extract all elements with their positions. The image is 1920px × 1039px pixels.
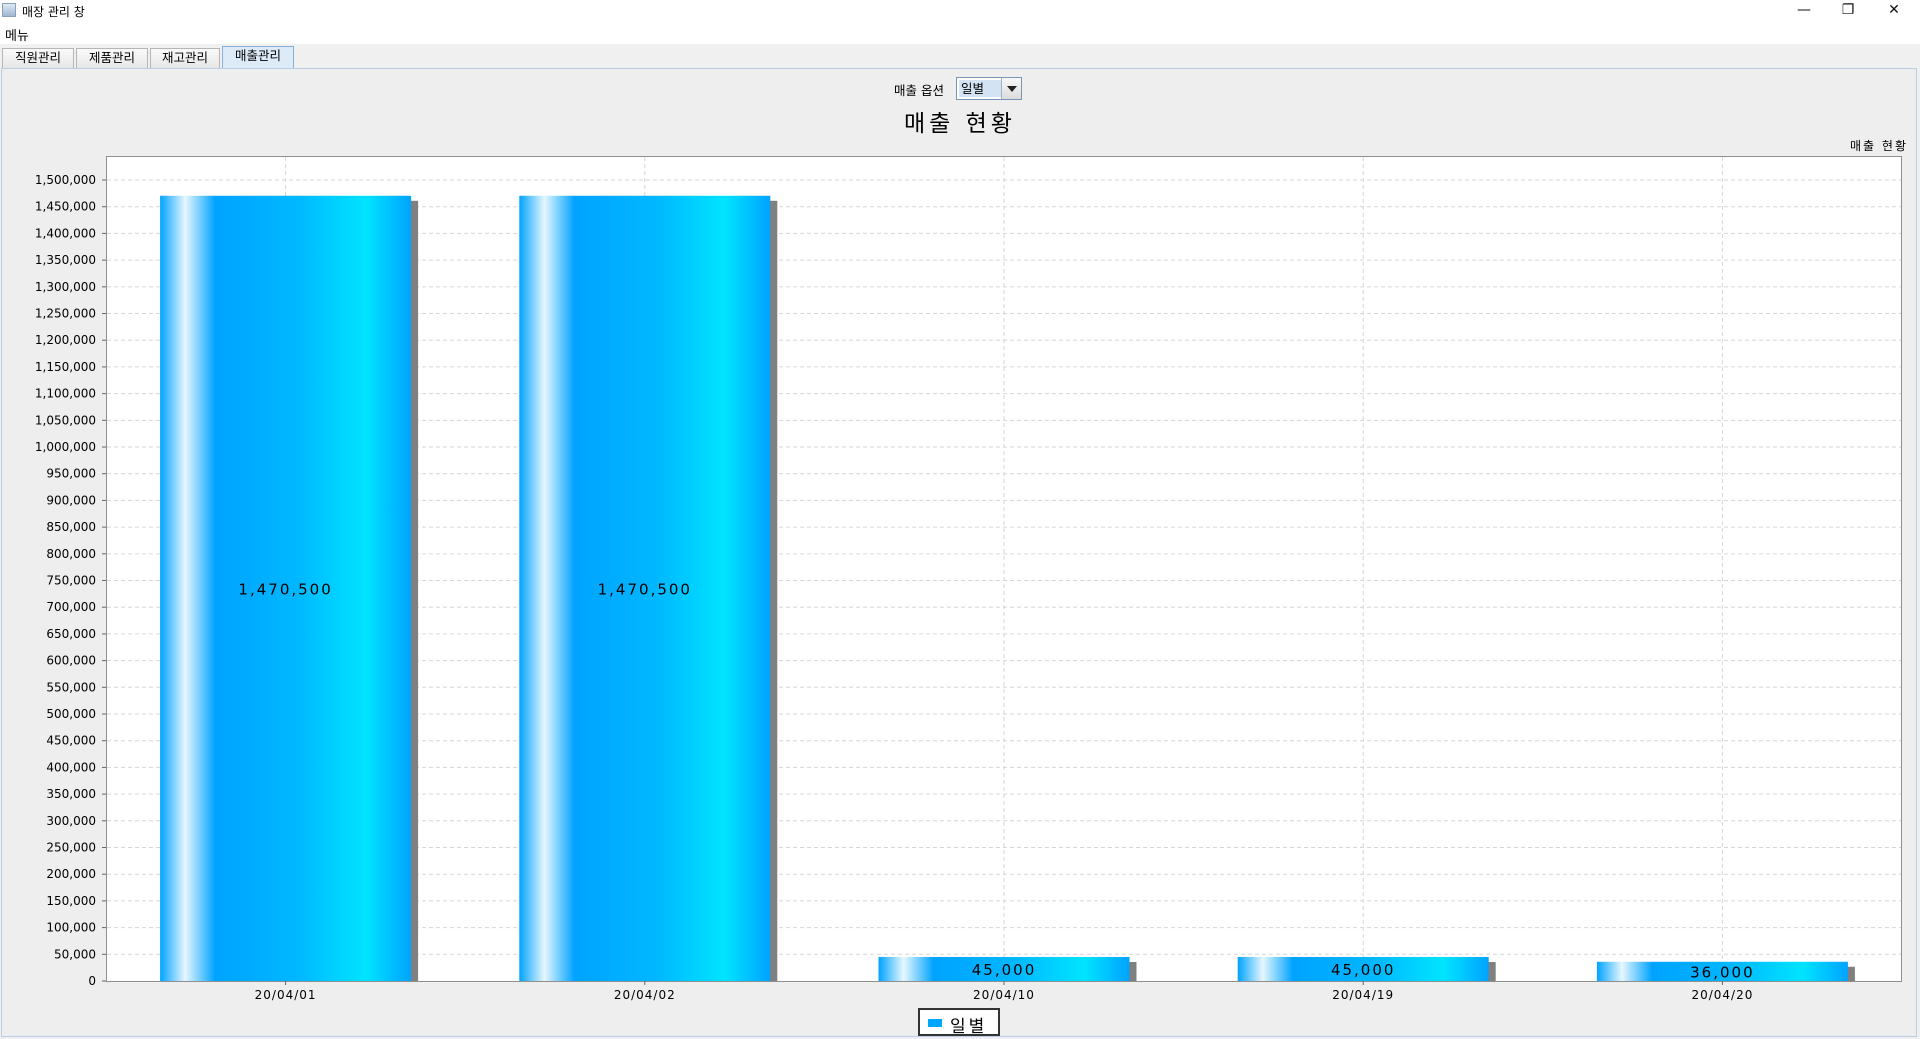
xtick-label: 20/04/02 xyxy=(614,988,676,1002)
ytick-label: 700,000 xyxy=(46,600,96,614)
ytick-label: 150,000 xyxy=(46,894,96,908)
xtick-label: 20/04/20 xyxy=(1691,988,1753,1002)
ytick-label: 50,000 xyxy=(54,947,96,961)
ytick-label: 550,000 xyxy=(46,680,96,694)
data-label: 1,470,500 xyxy=(598,580,692,598)
ytick-label: 300,000 xyxy=(46,814,96,828)
legend-label: 일별 xyxy=(950,1017,988,1037)
sales-bar-chart: 0 50,000 100,000 150,000 200,000 250,000 300,0… xyxy=(35,157,1901,1002)
ytick-label: 1,050,000 xyxy=(35,413,96,427)
ytick-label: 1,500,000 xyxy=(35,173,96,187)
legend-swatch xyxy=(928,1019,942,1027)
ytick-label: 750,000 xyxy=(46,574,96,588)
ytick-label: 250,000 xyxy=(46,841,96,855)
ytick-label: 1,400,000 xyxy=(35,226,96,240)
ytick-label: 400,000 xyxy=(46,760,96,774)
data-label: 45,000 xyxy=(1331,961,1396,979)
ytick-label: 1,200,000 xyxy=(35,333,96,347)
ytick-label: 1,100,000 xyxy=(35,387,96,401)
ytick-label: 1,000,000 xyxy=(35,440,96,454)
ytick-label: 0 xyxy=(88,974,96,988)
ytick-label: 1,300,000 xyxy=(35,280,96,294)
data-label: 36,000 xyxy=(1690,963,1755,981)
ytick-label: 850,000 xyxy=(46,520,96,534)
ytick-label: 900,000 xyxy=(46,493,96,507)
xtick-label: 20/04/01 xyxy=(255,988,317,1002)
ytick-label: 350,000 xyxy=(46,787,96,801)
ytick-label: 100,000 xyxy=(46,921,96,935)
data-label: 45,000 xyxy=(972,961,1037,979)
ytick-label: 200,000 xyxy=(46,867,96,881)
ytick-label: 650,000 xyxy=(46,627,96,641)
ytick-label: 1,250,000 xyxy=(35,307,96,321)
chart-legend: 일별 xyxy=(918,1008,1000,1037)
ytick-label: 450,000 xyxy=(46,734,96,748)
ytick-label: 1,450,000 xyxy=(35,200,96,214)
xtick-label: 20/04/19 xyxy=(1332,988,1394,1002)
ytick-label: 950,000 xyxy=(46,467,96,481)
xtick-label: 20/04/10 xyxy=(973,988,1035,1002)
ytick-label: 800,000 xyxy=(46,547,96,561)
ytick-label: 600,000 xyxy=(46,654,96,668)
ytick-label: 1,350,000 xyxy=(35,253,96,267)
ytick-label: 1,150,000 xyxy=(35,360,96,374)
data-label: 1,470,500 xyxy=(238,580,332,598)
ytick-label: 500,000 xyxy=(46,707,96,721)
